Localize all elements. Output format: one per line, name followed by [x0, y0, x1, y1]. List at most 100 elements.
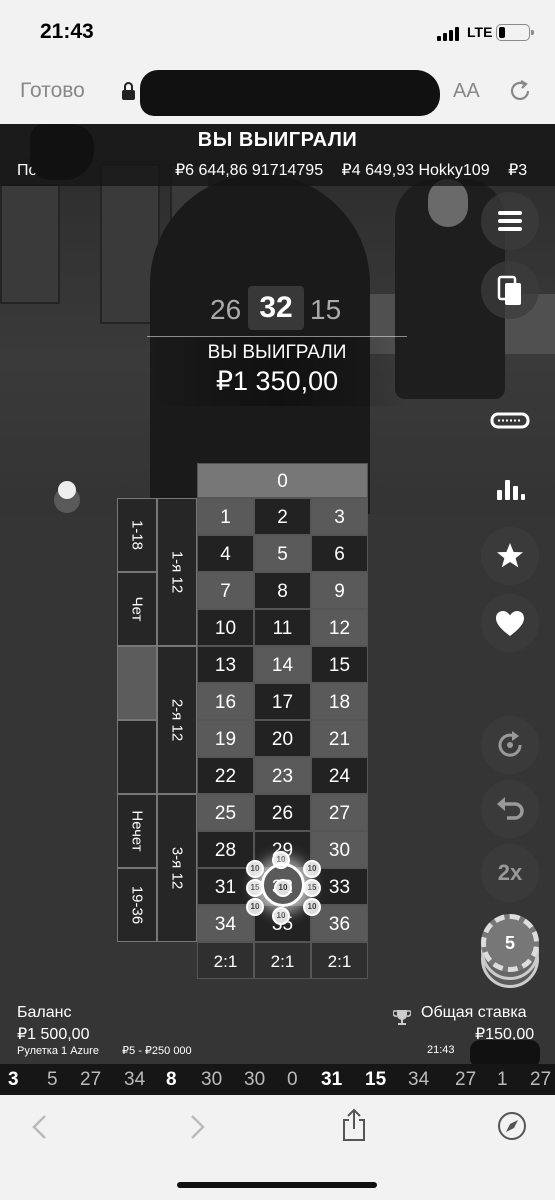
ticker-item: ₽3 — [508, 162, 528, 179]
bet-19-36[interactable]: 19-36 — [117, 868, 157, 942]
number-cell-17[interactable]: 17 — [254, 683, 311, 720]
number-cell-13[interactable]: 13 — [197, 646, 254, 683]
placed-chip[interactable]: 10 — [303, 898, 321, 916]
dozen-label: 2-я 12 — [168, 698, 186, 742]
number-cell-23[interactable]: 23 — [254, 757, 311, 794]
number-cell-19[interactable]: 19 — [197, 720, 254, 757]
ball-icon — [58, 481, 76, 499]
number-cell-12[interactable]: 12 — [311, 609, 368, 646]
number-cell-5[interactable]: 5 — [254, 535, 311, 572]
status-bar: 21:43 LTE — [0, 0, 555, 62]
history-result: 8 — [166, 1069, 177, 1090]
like-button[interactable] — [481, 594, 539, 652]
double-bet-button[interactable]: 2x — [481, 844, 539, 902]
back-icon[interactable] — [28, 1113, 52, 1141]
number-cell-16[interactable]: 16 — [197, 683, 254, 720]
bet-even[interactable]: Чет — [117, 572, 157, 646]
balance-value: ₽1 500,00 — [17, 1026, 90, 1043]
bet-red[interactable] — [117, 646, 157, 720]
number-cell-15[interactable]: 15 — [311, 646, 368, 683]
number-cell-0[interactable]: 0 — [197, 463, 368, 498]
ticker-item: ₽4 649,93 Hokky109 — [341, 162, 490, 179]
dozen-bet-1[interactable]: 1-я 12 — [157, 498, 197, 646]
dozen-bet-3[interactable]: 3-я 12 — [157, 794, 197, 942]
number-cell-30[interactable]: 30 — [311, 831, 368, 868]
number-cell-20[interactable]: 20 — [254, 720, 311, 757]
result-numbers: 26 32 15 — [200, 286, 350, 332]
bet-black[interactable] — [117, 720, 157, 794]
bet-1-18[interactable]: 1-18 — [117, 498, 157, 572]
undo-button[interactable] — [481, 780, 539, 838]
results-history: 3 5 27 34 8 30 30 0 31 15 34 27 1 27 — [0, 1064, 555, 1095]
stats-icon — [497, 480, 525, 500]
win-message: ВЫ ВЫИГРАЛИ ₽1 350,00 — [147, 336, 407, 406]
number-cell-7[interactable]: 7 — [197, 572, 254, 609]
dozen-label: 3-я 12 — [168, 846, 186, 890]
roulette-game: ВЫ ВЫИГРАЛИ По ели: ₽6 644,86 91714795 ₽… — [0, 124, 555, 1095]
dozen-bet-2[interactable]: 2-я 12 — [157, 646, 197, 794]
number-cell-10[interactable]: 10 — [197, 609, 254, 646]
bet-odd[interactable]: Нечет — [117, 794, 157, 868]
number-cell-8[interactable]: 8 — [254, 572, 311, 609]
favourites-button[interactable] — [481, 527, 539, 585]
history-result: 34 — [124, 1069, 146, 1090]
number-cell-18[interactable]: 18 — [311, 683, 368, 720]
number-cell-6[interactable]: 6 — [311, 535, 368, 572]
cards-button[interactable] — [481, 261, 539, 319]
result-prev: 26 — [210, 294, 242, 325]
number-cell-24[interactable]: 24 — [311, 757, 368, 794]
history-result: 27 — [530, 1069, 552, 1090]
placed-chip[interactable]: 10 — [246, 860, 264, 878]
number-cell-14[interactable]: 14 — [254, 646, 311, 683]
forward-icon[interactable] — [185, 1113, 209, 1141]
stats-button[interactable] — [481, 460, 539, 518]
redacted-avatar — [30, 124, 94, 180]
placed-chip[interactable]: 10 — [303, 860, 321, 878]
repeat-icon — [498, 731, 522, 757]
wall-panel — [0, 184, 60, 304]
share-icon[interactable] — [340, 1107, 368, 1143]
table-limits: ₽5 - ₽250 000 — [122, 1045, 192, 1057]
number-cell-27[interactable]: 27 — [311, 794, 368, 831]
network-label: LTE — [467, 24, 493, 40]
history-result: 31 — [321, 1069, 343, 1090]
racetrack-icon — [490, 412, 530, 429]
compass-icon[interactable] — [497, 1111, 527, 1141]
star-icon — [497, 543, 523, 568]
done-button[interactable]: Готово — [20, 79, 85, 103]
signal-icon — [437, 27, 463, 41]
history-result: 1 — [497, 1069, 508, 1090]
lock-icon — [122, 82, 135, 100]
number-cell-34[interactable]: 34 — [197, 905, 254, 942]
number-cell-1[interactable]: 1 — [197, 498, 254, 535]
placed-chip[interactable]: 15 — [303, 879, 321, 897]
column-bet-3[interactable]: 2:1 — [311, 942, 368, 979]
undo-icon — [497, 797, 524, 820]
selected-chip-button[interactable]: 5 — [481, 914, 539, 972]
placed-chip[interactable]: 10 — [272, 907, 290, 925]
reload-icon[interactable] — [507, 78, 533, 104]
racetrack-button[interactable] — [481, 392, 539, 450]
redacted-url[interactable] — [140, 70, 440, 116]
column-bet-1[interactable]: 2:1 — [197, 942, 254, 979]
history-result: 3 — [8, 1069, 19, 1090]
number-cell-26[interactable]: 26 — [254, 794, 311, 831]
ticker-item: ₽6 644,86 91714795 — [175, 162, 324, 179]
placed-chip[interactable]: 10 — [246, 898, 264, 916]
repeat-button[interactable] — [481, 716, 539, 774]
game-clock: 21:43 — [427, 1044, 455, 1056]
number-cell-4[interactable]: 4 — [197, 535, 254, 572]
number-cell-28[interactable]: 28 — [197, 831, 254, 868]
number-cell-25[interactable]: 25 — [197, 794, 254, 831]
number-cell-22[interactable]: 22 — [197, 757, 254, 794]
outside-bet-label: 1-18 — [128, 519, 146, 551]
number-cell-2[interactable]: 2 — [254, 498, 311, 535]
history-result: 30 — [244, 1069, 266, 1090]
text-size-button[interactable]: AA — [453, 80, 480, 103]
number-cell-11[interactable]: 11 — [254, 609, 311, 646]
number-cell-3[interactable]: 3 — [311, 498, 368, 535]
column-bet-2[interactable]: 2:1 — [254, 942, 311, 979]
number-cell-9[interactable]: 9 — [311, 572, 368, 609]
menu-button[interactable] — [481, 192, 539, 250]
number-cell-21[interactable]: 21 — [311, 720, 368, 757]
